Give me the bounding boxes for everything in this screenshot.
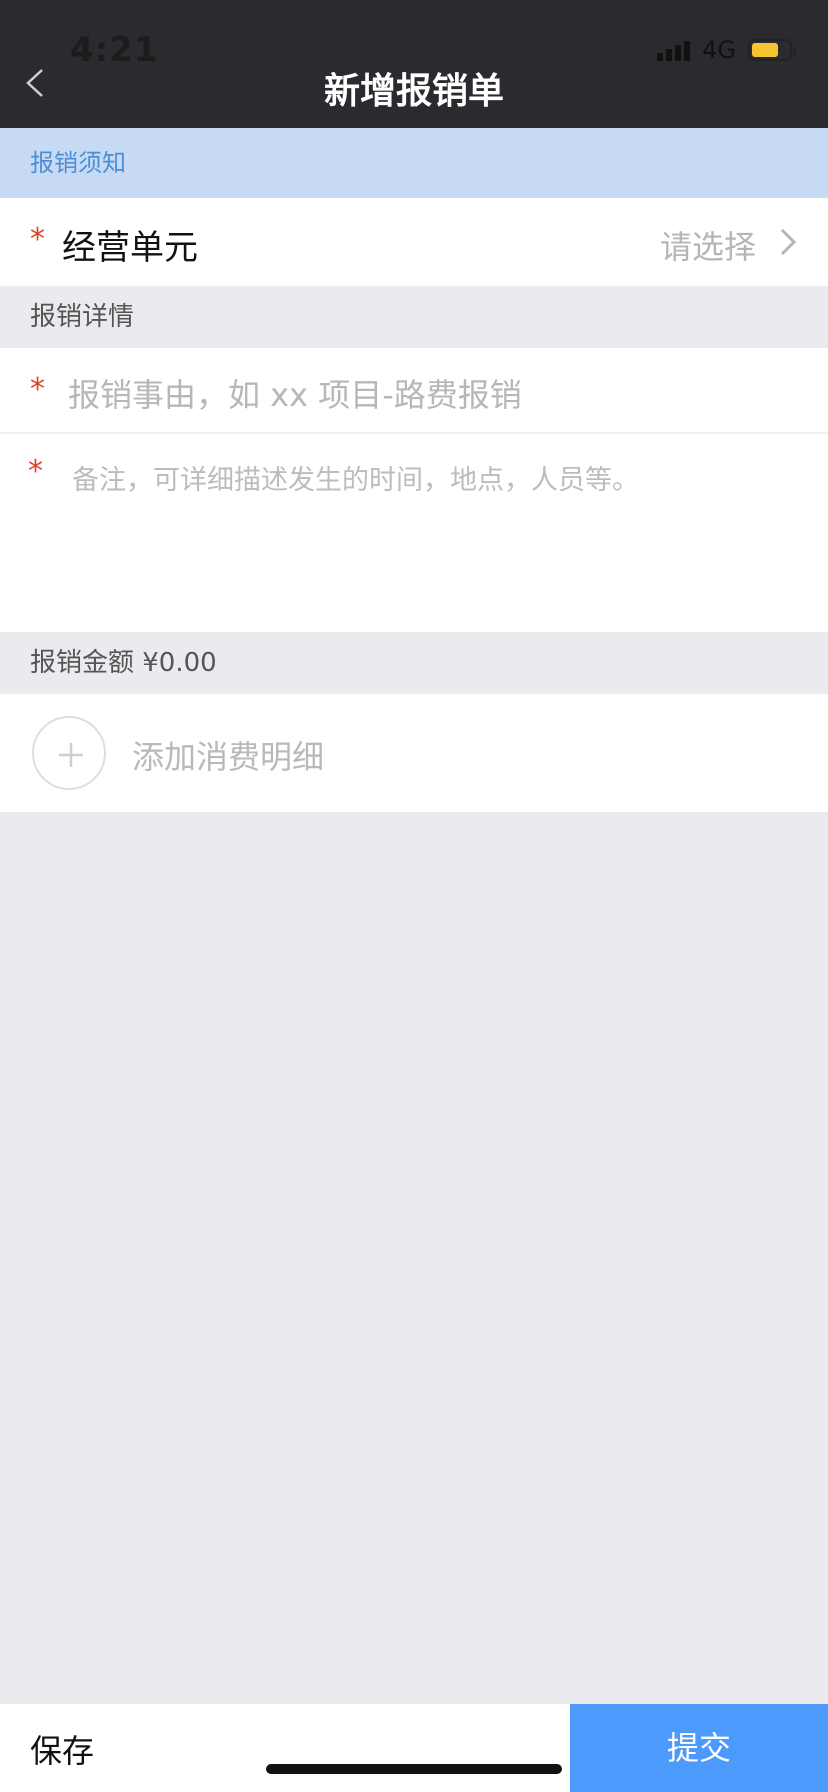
battery-icon (748, 39, 796, 61)
signal-icon (657, 39, 691, 61)
page-title: 新增报销单 (323, 71, 504, 112)
business-unit-select[interactable]: 请选择 (660, 222, 756, 268)
business-unit-label: 经营单元 (62, 228, 198, 268)
reimbursement-notice-link[interactable]: 报销须知 (0, 128, 828, 198)
status-indicators: 4G (657, 36, 796, 64)
add-expense-item-label: 添加消费明细 (132, 738, 325, 776)
plus-icon (59, 743, 83, 767)
amount-section-title: 报销金额 ¥0.00 (0, 632, 828, 694)
nav-header: 4:21 4G 新增报销单 (0, 0, 828, 128)
add-button[interactable] (32, 716, 106, 790)
submit-button[interactable]: 提交 (570, 1704, 828, 1792)
save-button[interactable]: 保存 (30, 1726, 94, 1772)
chevron-right-icon (780, 228, 797, 256)
add-expense-item-row[interactable]: 添加消费明细 (0, 694, 828, 812)
notes-textarea[interactable]: 备注，可详细描述发生的时间，地点，人员等。 (72, 458, 639, 497)
notes-area[interactable]: * 备注，可详细描述发生的时间，地点，人员等。 (0, 434, 828, 632)
business-unit-row[interactable]: * 经营单元 请选择 (0, 198, 828, 286)
required-mark: * (30, 372, 45, 407)
reason-row[interactable]: * 报销事由，如 xx 项目-路费报销 (0, 348, 828, 434)
reason-input[interactable]: 报销事由，如 xx 项目-路费报销 (68, 370, 522, 416)
details-section-title: 报销详情 (0, 286, 828, 348)
required-mark: * (30, 222, 45, 257)
required-mark: * (28, 454, 43, 489)
bottom-action-bar: 保存 提交 (0, 1704, 828, 1792)
network-type: 4G (702, 36, 736, 64)
home-indicator (266, 1764, 562, 1774)
